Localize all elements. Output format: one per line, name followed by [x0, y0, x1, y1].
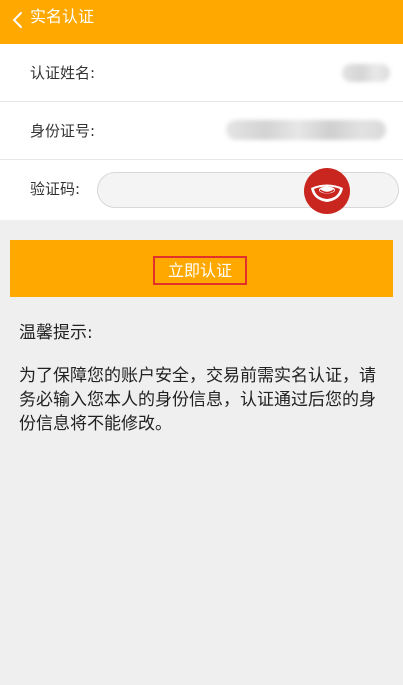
name-label: 认证姓名: [30, 64, 96, 82]
tips-body: 为了保障您的账户安全，交易前需实名认证，请务必输入您本人的身份信息，认证通过后您… [19, 366, 376, 434]
captcha-row: 验证码: [0, 160, 403, 220]
page-title: 实名认证 [30, 7, 95, 26]
header-bar: 实名认证 [0, 0, 403, 44]
chevron-left-icon[interactable] [10, 11, 24, 29]
captcha-input[interactable] [97, 172, 399, 208]
gold-ingot-icon [305, 169, 349, 213]
captcha-image[interactable] [304, 168, 350, 214]
id-number-row: 身份证号: [0, 102, 403, 160]
submit-button-label[interactable]: 立即认证 [153, 256, 247, 285]
tips-title: 温馨提示: [19, 323, 93, 343]
name-row: 认证姓名: [0, 44, 403, 102]
id-number-value-masked [226, 120, 386, 140]
name-value-masked [342, 64, 390, 82]
captcha-label: 验证码: [30, 180, 81, 198]
id-number-label: 身份证号: [30, 122, 96, 140]
verification-form: 认证姓名: 身份证号: 验证码: [0, 44, 403, 220]
